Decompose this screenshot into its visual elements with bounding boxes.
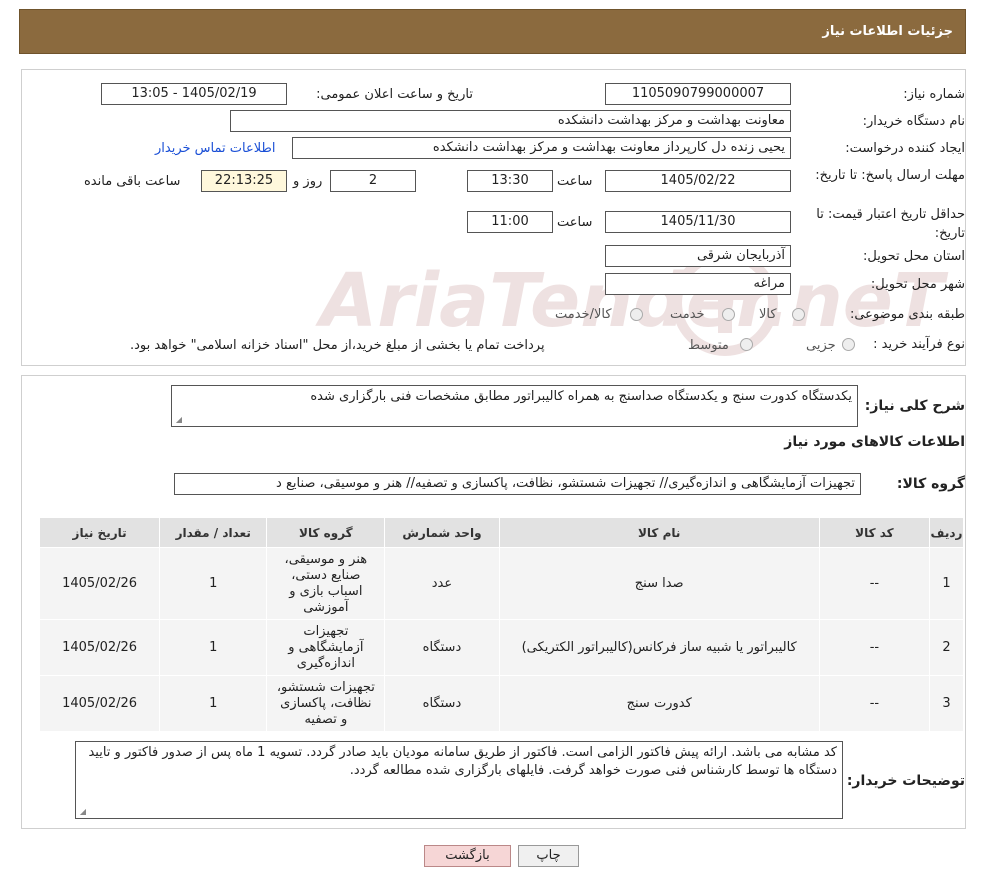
city-label: شهر محل تحویل: bbox=[870, 277, 965, 292]
cell-row: 2 bbox=[928, 619, 965, 676]
cell-date: 1405/02/26 bbox=[38, 547, 161, 620]
need-number-field: 1105090799000007 bbox=[605, 83, 791, 105]
reply-deadline-label: مهلت ارسال پاسخ: تا تاریخ: bbox=[815, 168, 965, 183]
page-title: جزئیات اطلاعات نیاز bbox=[822, 24, 953, 39]
cell-unit: دستگاه bbox=[384, 619, 500, 676]
cell-date: 1405/02/26 bbox=[38, 675, 161, 732]
cell-date: 1405/02/26 bbox=[38, 619, 161, 676]
table-row: 2 -- کالیبراتور یا شبیه ساز فرکانس(کالیب… bbox=[38, 619, 965, 676]
buyer-notes-text: کد مشابه می باشد. ارائه پیش فاکتور الزام… bbox=[88, 745, 837, 778]
goods-info-title: اطلاعات کالاهای مورد نیاز bbox=[784, 434, 965, 450]
print-button[interactable]: چاپ bbox=[518, 845, 579, 867]
cell-qty: 1 bbox=[159, 619, 268, 676]
buyer-notes-label: توضیحات خریدار: bbox=[846, 773, 965, 789]
category-goods-radio[interactable] bbox=[792, 308, 805, 321]
cell-qty: 1 bbox=[159, 675, 268, 732]
remaining-label: ساعت باقی مانده bbox=[84, 174, 181, 189]
table-row: 1 -- صدا سنج عدد هنر و موسیقی، صنایع دست… bbox=[38, 547, 965, 620]
cell-row: 3 bbox=[928, 675, 965, 732]
table-header-row: ردیف کد کالا نام کالا واحد شمارش گروه کا… bbox=[38, 517, 965, 548]
province-label: استان محل تحویل: bbox=[863, 249, 965, 264]
cell-name: کالیبراتور یا شبیه ساز فرکانس(کالیبراتور… bbox=[498, 619, 820, 676]
price-date-field: 1405/11/30 bbox=[605, 211, 791, 233]
cell-name: صدا سنج bbox=[498, 547, 820, 620]
col-group: گروه کالا bbox=[266, 517, 386, 548]
cell-qty: 1 bbox=[159, 547, 268, 620]
price-time-field: 11:00 bbox=[467, 211, 553, 233]
announce-field: 1405/02/19 - 13:05 bbox=[101, 83, 287, 105]
buyer-org-label: نام دستگاه خریدار: bbox=[862, 114, 965, 129]
col-qty: تعداد / مقدار bbox=[159, 517, 268, 548]
process-minor-radio[interactable] bbox=[842, 338, 855, 351]
process-medium-label: متوسط bbox=[688, 338, 729, 353]
reply-date-field: 1405/02/22 bbox=[605, 170, 791, 192]
province-field: آذربایجان شرقی bbox=[605, 245, 791, 267]
announce-label: تاریخ و ساعت اعلان عمومی: bbox=[316, 87, 473, 102]
col-code: کد کالا bbox=[818, 517, 930, 548]
goods-group-label: گروه کالا: bbox=[896, 476, 965, 492]
goods-group-field: تجهیزات آزمایشگاهی و اندازه‌گیری// تجهیز… bbox=[174, 473, 861, 495]
col-name: نام کالا bbox=[498, 517, 820, 548]
days-field: 2 bbox=[330, 170, 416, 192]
creator-field: یحیی زنده دل کارپرداز معاونت بهداشت و مر… bbox=[292, 137, 791, 159]
reply-time-label: ساعت bbox=[557, 174, 593, 189]
buyer-org-field: معاونت بهداشت و مرکز بهداشت دانشکده bbox=[230, 110, 791, 132]
page-header: جزئیات اطلاعات نیاز bbox=[19, 9, 966, 54]
cell-group: تجهیزات آزمایشگاهی و اندازه‌گیری bbox=[266, 619, 386, 676]
cell-row: 1 bbox=[928, 547, 965, 620]
process-note: پرداخت تمام یا بخشی از مبلغ خرید،از محل … bbox=[130, 338, 545, 353]
creator-label: ایجاد کننده درخواست: bbox=[845, 141, 965, 156]
category-goods-label: کالا bbox=[759, 307, 777, 322]
category-service-label: خدمت bbox=[670, 307, 705, 322]
resize-grip-icon[interactable]: ◢ bbox=[174, 416, 182, 424]
process-minor-label: جزیی bbox=[806, 338, 836, 353]
buyer-notes-field: کد مشابه می باشد. ارائه پیش فاکتور الزام… bbox=[75, 741, 843, 819]
remaining-time-field: 22:13:25 bbox=[201, 170, 287, 192]
summary-field: یکدستگاه کدورت سنج و یکدستگاه صداسنج به … bbox=[171, 385, 858, 427]
category-service-radio[interactable] bbox=[722, 308, 735, 321]
goods-table: ردیف کد کالا نام کالا واحد شمارش گروه کا… bbox=[38, 517, 965, 732]
cell-code: -- bbox=[818, 547, 930, 620]
summary-text: یکدستگاه کدورت سنج و یکدستگاه صداسنج به … bbox=[310, 389, 852, 404]
back-button[interactable]: بازگشت bbox=[424, 845, 511, 867]
col-row: ردیف bbox=[928, 517, 965, 548]
summary-label: شرح کلی نیاز: bbox=[864, 398, 965, 414]
col-date: تاریخ نیاز bbox=[38, 517, 161, 548]
category-label: طبقه بندی موضوعی: bbox=[849, 307, 965, 322]
cell-name: کدورت سنج bbox=[498, 675, 820, 732]
cell-unit: دستگاه bbox=[384, 675, 500, 732]
process-label: نوع فرآیند خرید : bbox=[873, 337, 965, 352]
process-medium-radio[interactable] bbox=[740, 338, 753, 351]
table-row: 3 -- کدورت سنج دستگاه تجهیزات شستشو، نظا… bbox=[38, 675, 965, 732]
need-number-label: شماره نیاز: bbox=[903, 87, 965, 102]
city-field: مراغه bbox=[605, 273, 791, 295]
cell-group: هنر و موسیقی، صنایع دستی، اسباب بازی و آ… bbox=[266, 547, 386, 620]
cell-group: تجهیزات شستشو، نظافت، پاکسازی و تصفیه bbox=[266, 675, 386, 732]
resize-grip-icon[interactable]: ◢ bbox=[78, 808, 86, 816]
buyer-contact-link[interactable]: اطلاعات تماس خریدار bbox=[155, 141, 275, 156]
category-goods-service-label: کالا/خدمت bbox=[555, 307, 612, 322]
announce-value: 1405/02/19 - 13:05 bbox=[131, 86, 257, 101]
cell-unit: عدد bbox=[384, 547, 500, 620]
cell-code: -- bbox=[818, 619, 930, 676]
price-validity-label: حداقل تاریخ اعتبار قیمت: تا تاریخ: bbox=[816, 207, 965, 241]
days-label: روز و bbox=[293, 174, 323, 189]
cell-code: -- bbox=[818, 675, 930, 732]
price-time-label: ساعت bbox=[557, 215, 593, 230]
category-goods-service-radio[interactable] bbox=[630, 308, 643, 321]
reply-time-field: 13:30 bbox=[467, 170, 553, 192]
col-unit: واحد شمارش bbox=[384, 517, 500, 548]
